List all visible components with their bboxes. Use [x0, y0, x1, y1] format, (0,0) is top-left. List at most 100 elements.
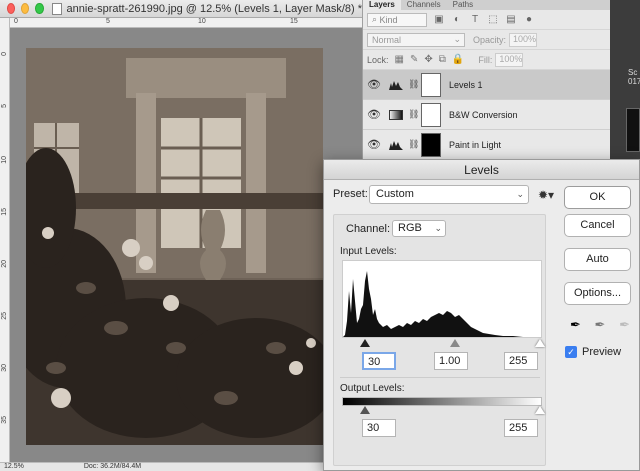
filter-kind-select[interactable]: ⌕ Kind	[367, 12, 427, 27]
partial-panel-text: Sc 017	[628, 68, 640, 86]
smart-object-filter-icon[interactable]: ▤	[505, 14, 517, 26]
layer-row[interactable]: 👁 ⛓ B&W Conversion	[363, 100, 610, 130]
artboard-icon[interactable]: ⧉	[439, 54, 446, 65]
preview-label: Preview	[582, 346, 622, 358]
ruler-tick: 15	[1, 208, 8, 216]
lock-row: Lock: ▦ ✎ ✥ ⧉ 🔒 Fill: 100%	[363, 50, 610, 70]
auto-button[interactable]: Auto	[564, 248, 631, 271]
blend-row: Normal ⌄ Opacity: 100%	[363, 30, 610, 50]
input-gamma-field[interactable]: 1.00	[434, 352, 468, 370]
input-levels-label: Input Levels:	[340, 246, 397, 257]
link-chain-icon[interactable]: ⛓	[408, 79, 419, 90]
visibility-eye-icon[interactable]: 👁	[363, 138, 385, 151]
chevron-down-icon: ⌄	[453, 34, 461, 44]
filter-kind-value: Kind	[379, 14, 398, 25]
layer-mask-thumbnail[interactable]	[421, 132, 441, 157]
ruler-tick: 5	[1, 104, 8, 108]
type-filter-icon[interactable]: T	[469, 14, 481, 26]
shape-filter-icon[interactable]: ⬚	[487, 14, 499, 26]
ok-button[interactable]: OK	[564, 186, 631, 209]
preview-checkbox[interactable]: ✓	[565, 346, 577, 358]
visibility-eye-icon[interactable]: 👁	[363, 78, 385, 91]
vertical-ruler[interactable]: 0 5 10 15 20 25 30 35	[0, 18, 10, 464]
document-title: annie-spratt-261990.jpg @ 12.5% (Levels …	[51, 2, 362, 15]
lock-position-icon[interactable]: ✥	[424, 54, 432, 65]
tab-paths[interactable]: Paths	[447, 0, 479, 10]
ruler-tick: 5	[106, 18, 110, 25]
white-point-eyedropper-icon[interactable]: ✒	[619, 317, 630, 333]
output-gradient	[342, 397, 542, 406]
preset-select[interactable]: Custom ⌄	[369, 185, 529, 204]
input-black-field[interactable]: 30	[362, 352, 396, 370]
layer-row[interactable]: 👁 ⛓ Paint in Light	[363, 130, 610, 160]
chevron-down-icon: ⌄	[516, 189, 524, 199]
pixel-filter-icon[interactable]: ▣	[433, 14, 445, 26]
tab-layers[interactable]: Layers	[363, 0, 401, 10]
preview-toggle[interactable]: ✓ Preview	[565, 346, 621, 358]
dialog-title: Levels	[324, 160, 639, 180]
options-button[interactable]: Options...	[564, 282, 631, 305]
input-gamma-handle[interactable]	[450, 339, 460, 347]
layer-row[interactable]: 👁 ⛓ Levels 1	[363, 70, 610, 100]
visibility-eye-icon[interactable]: 👁	[363, 108, 385, 121]
link-chain-icon[interactable]: ⛓	[408, 139, 419, 150]
status-bar: 12.5% Doc: 36.2M/84.4M	[0, 462, 362, 471]
output-levels-label: Output Levels:	[340, 383, 405, 394]
cancel-button[interactable]: Cancel	[564, 214, 631, 237]
adjustment-filter-icon[interactable]: ◐	[451, 14, 463, 26]
levels-dialog: Levels Preset: Custom ⌄ ✹▾ Channel: RGB …	[323, 159, 640, 471]
input-white-handle[interactable]	[535, 339, 545, 347]
layer-name[interactable]: Paint in Light	[449, 140, 501, 150]
minimize-window-button[interactable]	[21, 3, 30, 14]
chevron-down-icon: ⌄	[434, 223, 442, 233]
channel-value: RGB	[398, 222, 422, 234]
blend-mode-select[interactable]: Normal ⌄	[367, 32, 465, 47]
document-icon	[51, 2, 62, 15]
zoom-level[interactable]: 12.5%	[4, 463, 24, 471]
layer-name[interactable]: Levels 1	[449, 80, 483, 90]
horizontal-ruler[interactable]: 0 5 10 15	[10, 18, 362, 28]
input-slider[interactable]	[342, 339, 545, 349]
ruler-tick: 10	[198, 18, 206, 25]
gray-point-eyedropper-icon[interactable]: ✒	[595, 317, 606, 333]
ruler-tick: 20	[1, 260, 8, 268]
histogram	[342, 260, 542, 338]
bw-adjustment-icon	[389, 109, 403, 120]
panel-tabs: Layers Channels Paths	[363, 0, 610, 10]
filter-row: ⌕ Kind ▣ ◐ T ⬚ ▤ ●	[363, 10, 610, 30]
lock-all-icon[interactable]: 🔒	[452, 54, 464, 65]
tab-channels[interactable]: Channels	[401, 0, 447, 10]
eyedropper-group: ✒ ✒ ✒	[570, 317, 630, 333]
preset-label: Preset:	[333, 188, 368, 200]
opacity-input[interactable]: 100%	[509, 32, 538, 47]
levels-controls: Channel: RGB ⌄ Input Levels: 30 1.00 255…	[333, 214, 546, 466]
lock-transparent-icon[interactable]: ▦	[395, 54, 404, 65]
filter-toggle-icon[interactable]: ●	[523, 14, 535, 26]
link-chain-icon[interactable]: ⛓	[408, 109, 419, 120]
divider	[340, 377, 540, 378]
output-white-handle[interactable]	[535, 406, 545, 414]
output-black-field[interactable]: 30	[362, 419, 396, 437]
layer-mask-thumbnail[interactable]	[421, 72, 441, 97]
channel-select[interactable]: RGB ⌄	[392, 220, 446, 237]
ruler-tick: 10	[1, 156, 8, 164]
output-white-field[interactable]: 255	[504, 419, 538, 437]
canvas-area[interactable]	[10, 28, 362, 464]
document-photo[interactable]	[26, 48, 323, 445]
close-window-button[interactable]	[7, 3, 16, 14]
fill-input[interactable]: 100%	[495, 52, 524, 67]
doc-size[interactable]: Doc: 36.2M/84.4M	[84, 463, 141, 471]
output-slider[interactable]	[342, 406, 545, 416]
black-point-eyedropper-icon[interactable]: ✒	[570, 317, 581, 333]
zoom-window-button[interactable]	[35, 3, 44, 14]
ruler-tick: 35	[1, 416, 8, 424]
dark-thumbnail[interactable]	[626, 108, 640, 152]
levels-adjustment-icon	[389, 140, 403, 150]
lock-image-icon[interactable]: ✎	[410, 54, 418, 65]
gear-icon[interactable]: ✹▾	[538, 188, 554, 202]
input-black-handle[interactable]	[360, 339, 370, 347]
output-black-handle[interactable]	[360, 406, 370, 414]
input-white-field[interactable]: 255	[504, 352, 538, 370]
layer-mask-thumbnail[interactable]	[421, 102, 441, 127]
layer-name[interactable]: B&W Conversion	[449, 110, 518, 120]
